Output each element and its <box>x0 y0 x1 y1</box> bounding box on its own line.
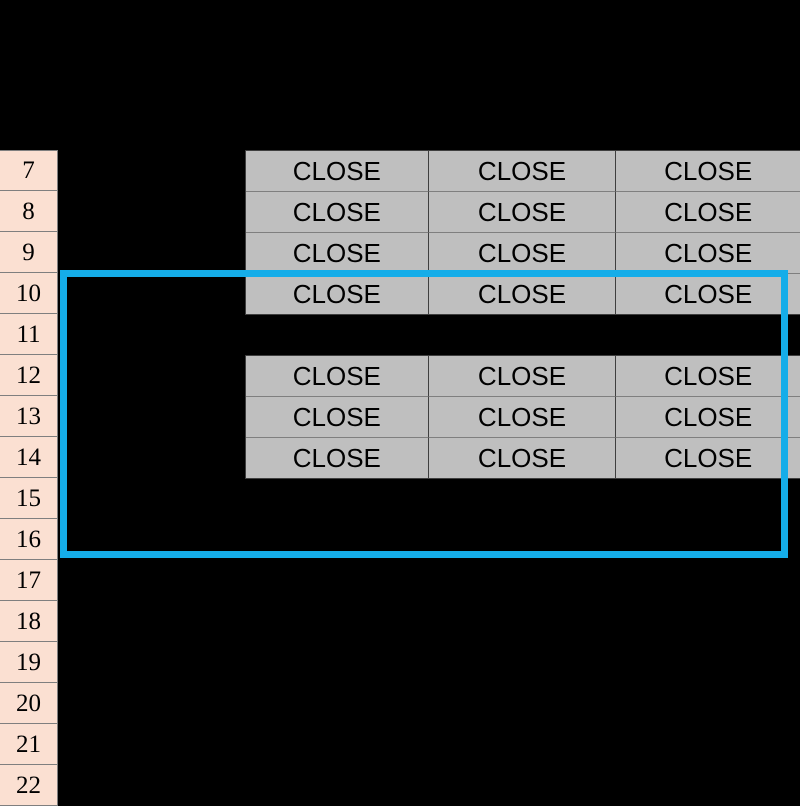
row-header-20[interactable]: 20 <box>0 683 58 724</box>
grid-cell-r10-c2[interactable]: CLOSE <box>616 274 800 315</box>
grid-cell-r9-c1[interactable]: CLOSE <box>428 233 617 274</box>
row-header-16[interactable]: 16 <box>0 519 58 560</box>
grid-cell-r14-c2[interactable]: CLOSE <box>616 438 800 479</box>
grid-cell-r10-c0[interactable]: CLOSE <box>246 274 429 315</box>
grid-cell-r9-c2[interactable]: CLOSE <box>616 233 800 274</box>
row-header-gutter: 7 8 9 10 11 12 13 14 15 16 17 18 19 20 21 22 <box>0 150 58 806</box>
grid-cell-r8-c2[interactable]: CLOSE <box>616 192 800 233</box>
grid-cell-r7-c2[interactable]: CLOSE <box>616 151 800 192</box>
row-header-17[interactable]: 17 <box>0 560 58 601</box>
table-row: CLOSE CLOSE CLOSE <box>246 356 800 397</box>
grid-cell-r10-c1[interactable]: CLOSE <box>428 274 617 315</box>
row-header-13[interactable]: 13 <box>0 396 58 437</box>
row-header-14[interactable]: 14 <box>0 437 58 478</box>
table-row: CLOSE CLOSE CLOSE <box>246 151 800 192</box>
row-header-7[interactable]: 7 <box>0 150 58 191</box>
grid-cell-r13-c2[interactable]: CLOSE <box>616 397 800 438</box>
row-header-11[interactable]: 11 <box>0 314 58 355</box>
table-row: CLOSE CLOSE CLOSE <box>246 438 800 479</box>
row-header-18[interactable]: 18 <box>0 601 58 642</box>
table-row: CLOSE CLOSE CLOSE <box>246 397 800 438</box>
grid-cell-r14-c0[interactable]: CLOSE <box>246 438 429 479</box>
grid-block-lower: CLOSE CLOSE CLOSE CLOSE CLOSE CLOSE CLOSE CLOSE… <box>245 355 800 479</box>
grid-cell-r13-c1[interactable]: CLOSE <box>428 397 617 438</box>
grid-block-upper: CLOSE CLOSE CLOSE CLOSE CLOSE CLOSE CLOSE CLOSE… <box>245 150 800 315</box>
row-header-21[interactable]: 21 <box>0 724 58 765</box>
grid-cell-r12-c1[interactable]: CLOSE <box>428 356 617 397</box>
spreadsheet-canvas: 7 8 9 10 11 12 13 14 15 16 17 18 19 20 21 22 CLOSE CLOSE… <box>0 0 800 806</box>
table-row: CLOSE CLOSE CLOSE <box>246 192 800 233</box>
grid-cell-r9-c0[interactable]: CLOSE <box>246 233 429 274</box>
row-header-10[interactable]: 10 <box>0 273 58 314</box>
row-header-15[interactable]: 15 <box>0 478 58 519</box>
grid-cell-r14-c1[interactable]: CLOSE <box>428 438 617 479</box>
row-header-12[interactable]: 12 <box>0 355 58 396</box>
grid-cell-r8-c1[interactable]: CLOSE <box>428 192 617 233</box>
table-row: CLOSE CLOSE CLOSE <box>246 233 800 274</box>
grid-cell-r7-c0[interactable]: CLOSE <box>246 151 429 192</box>
table-row: CLOSE CLOSE CLOSE <box>246 274 800 315</box>
grid-cell-r12-c0[interactable]: CLOSE <box>246 356 429 397</box>
row-header-8[interactable]: 8 <box>0 191 58 232</box>
grid-cell-r7-c1[interactable]: CLOSE <box>428 151 617 192</box>
row-header-9[interactable]: 9 <box>0 232 58 273</box>
row-header-19[interactable]: 19 <box>0 642 58 683</box>
grid-cell-r12-c2[interactable]: CLOSE <box>616 356 800 397</box>
grid-cell-r8-c0[interactable]: CLOSE <box>246 192 429 233</box>
grid-cell-r13-c0[interactable]: CLOSE <box>246 397 429 438</box>
